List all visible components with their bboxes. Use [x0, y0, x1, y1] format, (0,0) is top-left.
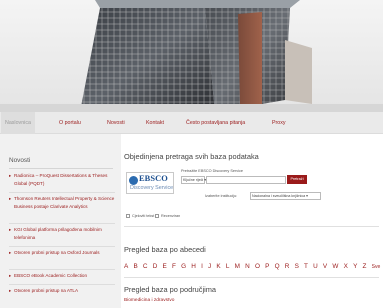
alpha-link-n[interactable]: N	[245, 263, 250, 270]
alpha-link-h[interactable]: H	[191, 263, 196, 270]
alpha-link-y[interactable]: Y	[353, 263, 357, 270]
peer-checkbox[interactable]	[155, 214, 159, 218]
news-divider	[9, 223, 115, 224]
nav-home[interactable]: Naslovnica	[1, 112, 35, 134]
nav-news[interactable]: Novosti	[107, 112, 125, 134]
alpha-link-f[interactable]: F	[172, 263, 176, 270]
nav-contact[interactable]: Kontakt	[146, 112, 164, 134]
institution-select-value: Nacionalna i sveučilišna knjižnica	[252, 194, 306, 198]
news-divider	[9, 269, 115, 270]
alpha-link-w[interactable]: W	[332, 263, 338, 270]
section-divider	[124, 277, 379, 278]
alpha-link-c[interactable]: C	[143, 263, 148, 270]
institution-label: Izaberite instituciju:	[205, 194, 238, 198]
alpha-link-i[interactable]: I	[201, 263, 203, 270]
alpha-link-r[interactable]: R	[285, 263, 290, 270]
eds-search-input[interactable]	[206, 176, 286, 184]
section-divider	[124, 226, 379, 227]
alpha-link-o[interactable]: O	[255, 263, 260, 270]
news-item-ebook[interactable]: EBSCO eBook Academic Collection	[9, 272, 115, 281]
alpha-link-t[interactable]: T	[304, 263, 308, 270]
sidebar-divider	[9, 168, 113, 169]
eds-search-label: Pretražite EBSCO Discovery Service	[181, 169, 244, 173]
alpha-link-b[interactable]: B	[133, 263, 137, 270]
alphabet-index: A B C D E F G H I J K L M N O P Q R S T U V W X Y Z Sve	[124, 263, 381, 270]
sidebar-title: Novosti	[9, 157, 31, 164]
header-banner-image	[0, 0, 383, 112]
alpha-title: Pregled baza po abecedi	[124, 245, 206, 254]
news-item-kgi[interactable]: KGI Global platforma prilagođena mobilni…	[9, 226, 115, 243]
peer-checkbox-row[interactable]: Recenziran	[155, 214, 180, 218]
nav-about[interactable]: O portalu	[59, 112, 81, 134]
news-item-atla[interactable]: Otvoren probni pristup na ATLA	[9, 287, 115, 296]
eds-search-widget: EBSCO Discovery Service Pretražite EBSCO…	[124, 163, 375, 218]
news-divider	[9, 246, 115, 247]
search-button[interactable]: Pretraži	[287, 175, 307, 184]
alpha-link-l[interactable]: L	[226, 263, 230, 270]
fulltext-checkbox-row[interactable]: Cjeloviti tekst	[126, 214, 154, 218]
alpha-link-k[interactable]: K	[216, 263, 220, 270]
alpha-link-e[interactable]: E	[163, 263, 167, 270]
news-sidebar: Novosti Radionica – ProQuest Dissertatio…	[0, 134, 121, 308]
area-link-biomedicine[interactable]: Biomedicina i zdravstvo	[124, 298, 174, 303]
institution-select[interactable]: Nacionalna i sveučilišna knjižnica ▾	[250, 192, 321, 200]
alpha-link-q[interactable]: Q	[275, 263, 280, 270]
ebsco-logo-sub: Discovery Service	[130, 185, 174, 191]
news-divider	[9, 284, 115, 285]
ebsco-logo: EBSCO Discovery Service	[126, 172, 174, 194]
alpha-link-d[interactable]: D	[153, 263, 158, 270]
keyword-select[interactable]: Ključne riječi ▾	[181, 176, 206, 184]
alpha-link-z[interactable]: Z	[363, 263, 367, 270]
alpha-link-a[interactable]: A	[124, 263, 128, 270]
news-item-pqdt[interactable]: Radionica – ProQuest Dissertations & The…	[9, 172, 115, 189]
ebsco-logo-icon	[129, 176, 138, 185]
fulltext-label: Cjeloviti tekst	[132, 214, 155, 218]
alpha-link-m[interactable]: M	[235, 263, 240, 270]
discovery-title: Objedinjena pretraga svih baza podataka	[124, 152, 259, 161]
chevron-down-icon: ▾	[306, 194, 308, 198]
main-content: Objedinjena pretraga svih baza podataka …	[121, 134, 383, 308]
nav-faq[interactable]: Često postavljana pitanja	[186, 112, 245, 134]
alpha-link-all[interactable]: Sve	[372, 264, 381, 270]
alpha-link-p[interactable]: P	[265, 263, 269, 270]
nav-proxy[interactable]: Proxy	[272, 112, 286, 134]
alpha-link-x[interactable]: X	[344, 263, 348, 270]
keyword-select-value: Ključne riječi	[183, 178, 204, 182]
alpha-link-s[interactable]: S	[295, 263, 299, 270]
area-title: Pregled baza po područjima	[124, 285, 217, 294]
peer-label: Recenziran	[161, 214, 181, 218]
news-item-clarivate[interactable]: Thomson Reuters Intellectual Property & …	[9, 195, 115, 212]
alpha-link-u[interactable]: U	[313, 263, 318, 270]
news-divider	[9, 192, 115, 193]
ebsco-logo-word: EBSCO	[139, 174, 168, 183]
alpha-link-v[interactable]: V	[323, 263, 327, 270]
fulltext-checkbox[interactable]	[126, 214, 130, 218]
main-nav: Naslovnica O portalu Novosti Kontakt Čes…	[0, 112, 383, 134]
news-item-oxford[interactable]: Otvoren probni pristup na Oxford Journal…	[9, 249, 115, 258]
alpha-link-g[interactable]: G	[181, 263, 186, 270]
alpha-link-j[interactable]: J	[208, 263, 211, 270]
